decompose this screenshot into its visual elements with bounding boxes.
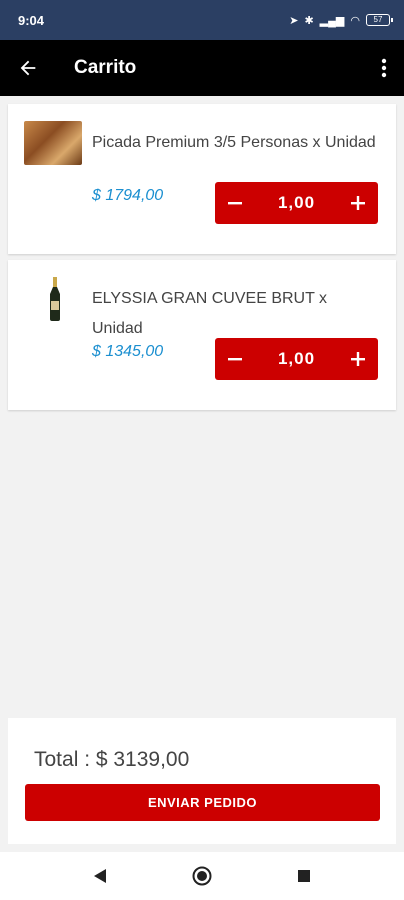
location-icon: ➤: [289, 14, 299, 27]
status-icons: ➤ ✱ ▂▄▆ ◠ 57: [289, 14, 393, 27]
quantity-stepper: 1,00: [215, 182, 378, 224]
back-arrow-icon[interactable]: [0, 40, 56, 96]
status-bar: 9:04 ➤ ✱ ▂▄▆ ◠ 57: [0, 0, 404, 40]
app-bar: Carrito: [0, 40, 404, 96]
status-time: 9:04: [18, 12, 45, 28]
nav-back-icon[interactable]: [82, 858, 118, 894]
cart-item: ELYSSIA GRAN CUVEE BRUT x Unidad $ 1345,…: [8, 260, 396, 410]
signal-icon: ▂▄▆: [319, 14, 345, 27]
increase-quantity-button[interactable]: [338, 182, 378, 224]
cart-item: Picada Premium 3/5 Personas x Unidad $ 1…: [8, 104, 396, 254]
item-name: Picada Premium 3/5 Personas x Unidad: [92, 134, 376, 151]
system-nav-bar: [0, 852, 404, 900]
quantity-value: 1,00: [277, 193, 316, 212]
champagne-bottle-image: [40, 277, 70, 321]
item-price: $ 1345,00: [92, 343, 164, 360]
cart-list: Picada Premium 3/5 Personas x Unidad $ 1…: [8, 104, 396, 416]
decrease-quantity-button[interactable]: [215, 182, 255, 224]
cart-total: Total : $ 3139,00: [34, 748, 190, 771]
more-menu-icon[interactable]: [364, 40, 404, 96]
cart-footer: Total : $ 3139,00 ENVIAR PEDIDO: [8, 718, 396, 844]
vibrate-icon: ✱: [304, 14, 314, 27]
decrease-quantity-button[interactable]: [215, 338, 255, 380]
picada-product-image: [24, 121, 82, 165]
quantity-value: 1,00: [277, 349, 316, 368]
quantity-stepper: 1,00: [215, 338, 378, 380]
page-title: Carrito: [74, 57, 137, 78]
nav-home-icon[interactable]: [184, 858, 220, 894]
increase-quantity-button[interactable]: [338, 338, 378, 380]
nav-recents-icon[interactable]: [286, 858, 322, 894]
item-name: ELYSSIA GRAN CUVEE BRUT x Unidad: [92, 290, 328, 337]
wifi-icon: ◠: [350, 14, 360, 27]
send-order-button[interactable]: ENVIAR PEDIDO: [25, 784, 380, 821]
battery-icon: 57: [366, 14, 393, 26]
item-price: $ 1794,00: [92, 187, 164, 204]
